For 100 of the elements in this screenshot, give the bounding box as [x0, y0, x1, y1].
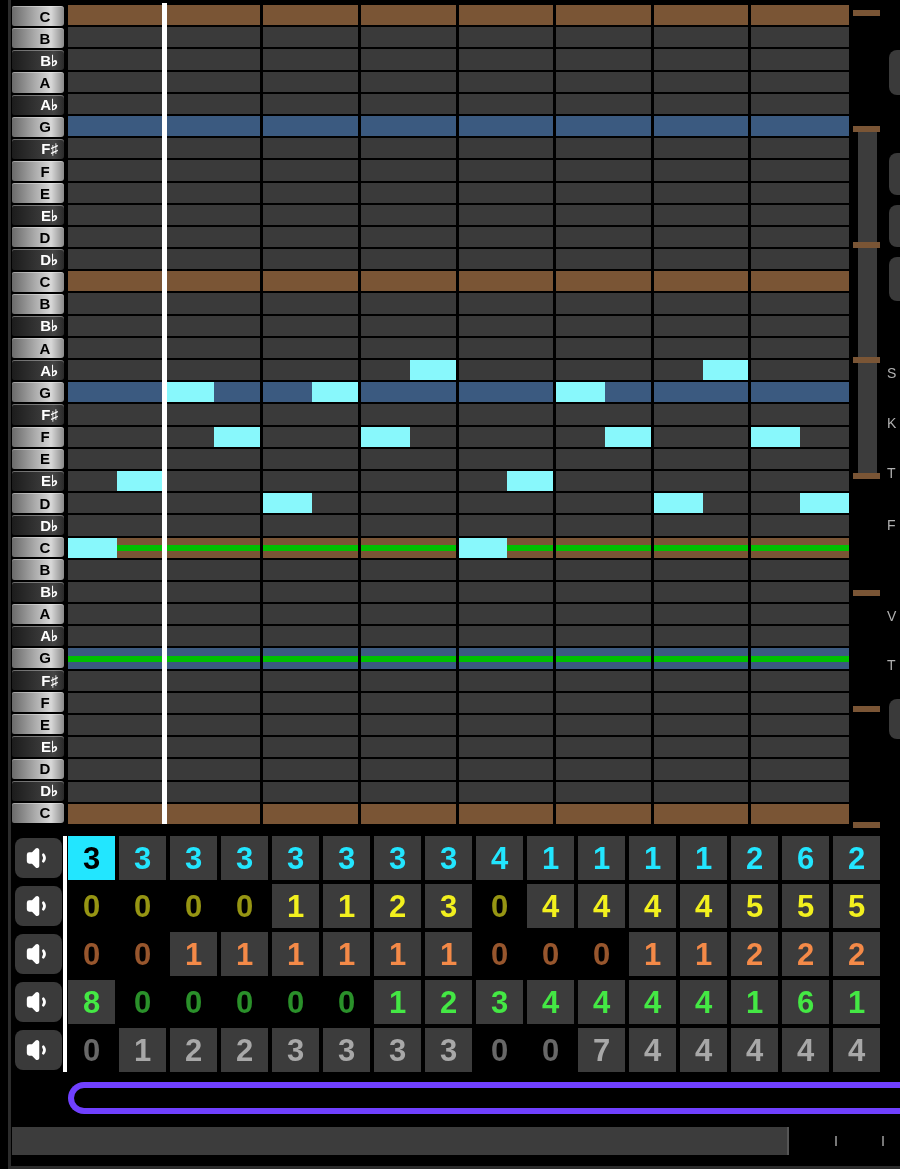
note-block[interactable] — [409, 360, 456, 381]
step-value[interactable]: 4 — [782, 1028, 829, 1072]
step-value[interactable]: 2 — [425, 980, 472, 1024]
piano-key[interactable]: G — [12, 116, 64, 137]
step-value[interactable]: 2 — [833, 932, 880, 976]
step-value[interactable]: 2 — [221, 1028, 268, 1072]
step-value[interactable]: 3 — [476, 980, 523, 1024]
piano-key[interactable]: D♭ — [12, 249, 64, 270]
step-value[interactable]: 5 — [833, 884, 880, 928]
piano-key[interactable]: F — [12, 692, 64, 713]
note-block[interactable] — [312, 382, 358, 403]
step-value[interactable]: 1 — [221, 932, 268, 976]
note-block[interactable] — [458, 537, 508, 558]
step-value[interactable]: 4 — [833, 1028, 880, 1072]
step-value[interactable]: 1 — [680, 932, 727, 976]
step-value[interactable]: 3 — [425, 884, 472, 928]
note-block[interactable] — [116, 470, 163, 492]
side-button[interactable] — [889, 205, 900, 247]
step-value[interactable]: 1 — [170, 932, 217, 976]
note-block[interactable] — [165, 382, 215, 403]
note-block[interactable] — [556, 382, 605, 403]
step-value[interactable]: 1 — [629, 932, 676, 976]
piano-key[interactable]: C — [12, 802, 64, 823]
note-block[interactable] — [68, 537, 117, 558]
step-value[interactable]: 8 — [68, 980, 115, 1024]
speaker-button[interactable] — [15, 1030, 62, 1070]
step-value[interactable]: 3 — [374, 1028, 421, 1072]
step-value[interactable]: 6 — [782, 836, 829, 880]
step-value[interactable]: 4 — [680, 884, 727, 928]
step-value[interactable]: 2 — [374, 884, 421, 928]
step-value[interactable]: 1 — [680, 836, 727, 880]
step-value[interactable]: 2 — [731, 932, 778, 976]
step-value[interactable]: 1 — [629, 836, 676, 880]
step-value[interactable]: 2 — [731, 836, 778, 880]
step-value[interactable]: 4 — [578, 884, 625, 928]
step-value[interactable]: 3 — [119, 836, 166, 880]
step-value[interactable]: 3 — [425, 1028, 472, 1072]
side-button[interactable] — [889, 699, 900, 739]
step-value[interactable]: 3 — [323, 1028, 370, 1072]
step-value[interactable]: 2 — [170, 1028, 217, 1072]
playhead[interactable] — [161, 3, 167, 824]
speaker-button[interactable] — [15, 934, 62, 974]
piano-key[interactable]: B♭ — [12, 50, 64, 71]
note-block[interactable] — [263, 493, 313, 514]
speaker-button[interactable] — [15, 982, 62, 1022]
side-button[interactable] — [889, 257, 900, 301]
piano-key[interactable]: C — [12, 537, 64, 558]
piano-key[interactable]: F♯ — [12, 670, 64, 691]
note-block[interactable] — [507, 470, 554, 492]
piano-key[interactable]: D♭ — [12, 515, 64, 536]
piano-key[interactable]: D — [12, 492, 64, 514]
piano-key[interactable]: E — [12, 714, 64, 735]
step-value[interactable]: 1 — [323, 932, 370, 976]
step-value[interactable]: 1 — [578, 836, 625, 880]
side-button[interactable] — [889, 50, 900, 95]
step-value[interactable]: 4 — [527, 884, 574, 928]
piano-key[interactable]: B — [12, 293, 64, 314]
horizontal-scrollbar[interactable] — [12, 1127, 789, 1155]
step-value[interactable]: 4 — [680, 980, 727, 1024]
note-block[interactable] — [214, 426, 261, 447]
step-value[interactable]: 3 — [221, 836, 268, 880]
step-value[interactable]: 4 — [629, 980, 676, 1024]
step-value[interactable]: 3 — [374, 836, 421, 880]
piano-key[interactable]: E♭ — [12, 205, 64, 226]
piano-key[interactable]: F — [12, 426, 64, 447]
piano-key[interactable]: B — [12, 559, 64, 580]
step-value[interactable]: 6 — [782, 980, 829, 1024]
piano-key[interactable]: D — [12, 227, 64, 248]
note-block[interactable] — [702, 360, 749, 381]
piano-key[interactable]: G — [12, 647, 64, 669]
side-button[interactable] — [889, 153, 900, 195]
step-value[interactable]: 4 — [731, 1028, 778, 1072]
step-value[interactable]: 3 — [68, 836, 115, 880]
step-value[interactable]: 3 — [170, 836, 217, 880]
step-value[interactable]: 4 — [476, 836, 523, 880]
note-block[interactable] — [360, 426, 410, 447]
step-value[interactable]: 2 — [833, 836, 880, 880]
step-value[interactable]: 1 — [527, 836, 574, 880]
step-value[interactable]: 5 — [731, 884, 778, 928]
step-value[interactable]: 4 — [527, 980, 574, 1024]
step-value[interactable]: 3 — [425, 836, 472, 880]
piano-key[interactable]: E — [12, 183, 64, 204]
note-block[interactable] — [653, 493, 703, 514]
piano-key[interactable]: F♯ — [12, 404, 64, 425]
piano-key[interactable]: A — [12, 338, 64, 359]
piano-key[interactable]: F — [12, 160, 64, 182]
step-value[interactable]: 1 — [323, 884, 370, 928]
piano-key[interactable]: A — [12, 72, 64, 93]
step-value[interactable]: 1 — [272, 932, 319, 976]
step-value[interactable]: 4 — [578, 980, 625, 1024]
step-value[interactable]: 4 — [680, 1028, 727, 1072]
piano-key[interactable]: F♯ — [12, 138, 64, 159]
speaker-button[interactable] — [15, 886, 62, 926]
piano-key[interactable]: B♭ — [12, 315, 64, 336]
step-value[interactable]: 3 — [272, 836, 319, 880]
step-value[interactable]: 1 — [374, 980, 421, 1024]
piano-key[interactable]: B♭ — [12, 581, 64, 602]
piano-key[interactable]: A♭ — [12, 625, 64, 646]
piano-key[interactable]: B — [12, 28, 64, 49]
step-value[interactable]: 1 — [119, 1028, 166, 1072]
